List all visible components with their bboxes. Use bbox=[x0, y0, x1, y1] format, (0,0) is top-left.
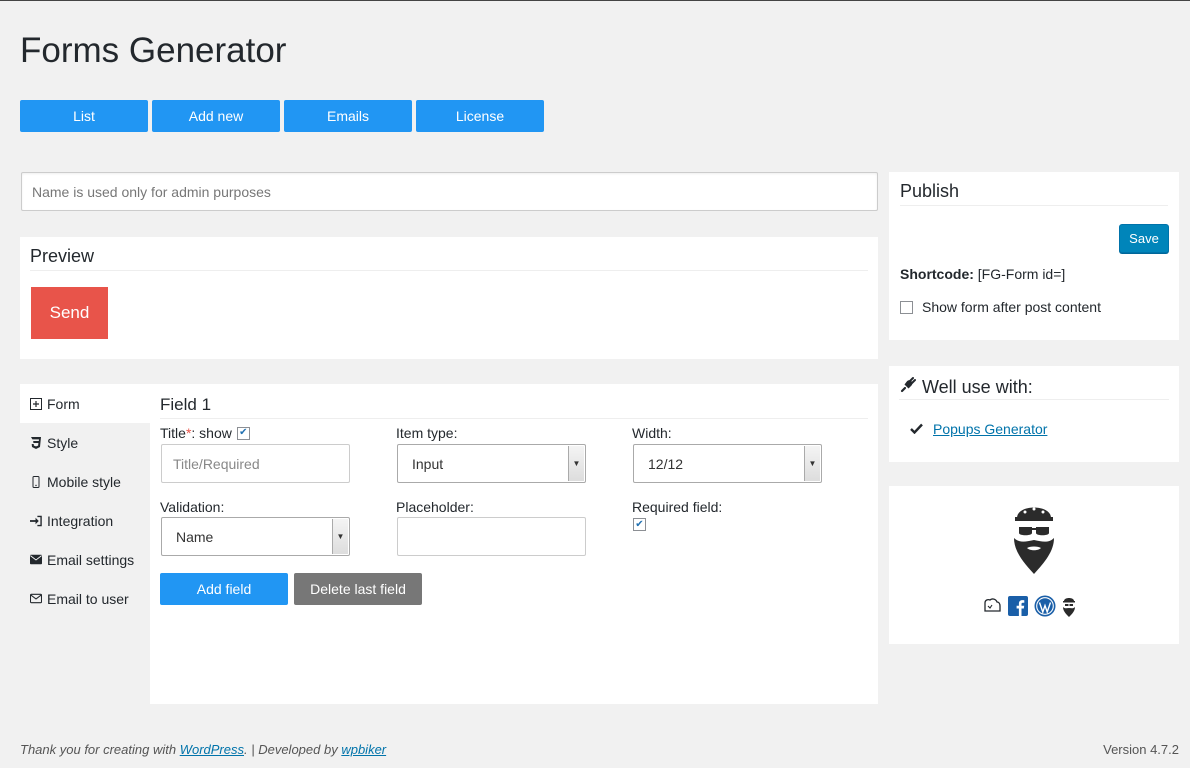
wordpress-icon[interactable] bbox=[1034, 595, 1056, 622]
tab-integration-label: Integration bbox=[47, 512, 114, 529]
popups-generator-item: Popups Generator bbox=[910, 421, 1047, 437]
tab-email-settings[interactable]: Email settings bbox=[20, 540, 150, 579]
add-new-button[interactable]: Add new bbox=[152, 100, 280, 132]
envelope-outline-icon bbox=[30, 593, 42, 604]
validation-label: Validation: bbox=[160, 499, 225, 515]
width-label: Width: bbox=[632, 425, 672, 441]
publish-divider bbox=[900, 205, 1168, 206]
license-button[interactable]: License bbox=[416, 100, 544, 132]
wordpress-link[interactable]: WordPress bbox=[180, 742, 244, 757]
tab-form[interactable]: Form bbox=[20, 384, 150, 423]
wpbiker-link[interactable]: wpbiker bbox=[341, 742, 386, 757]
css3-icon bbox=[30, 436, 42, 449]
show-title-checkbox[interactable]: ✔ bbox=[236, 426, 250, 440]
item-type-value: Input bbox=[412, 455, 444, 472]
shortcode-display: Shortcode: [FG-Form id=] bbox=[900, 266, 1065, 282]
wordpress-org-icon[interactable] bbox=[982, 596, 1002, 621]
plus-square-icon bbox=[30, 397, 42, 410]
width-select[interactable]: 12/12 ▼ bbox=[633, 444, 822, 483]
popups-generator-link[interactable]: Popups Generator bbox=[933, 421, 1047, 437]
field-divider bbox=[160, 418, 868, 419]
item-type-select[interactable]: Input ▼ bbox=[397, 444, 586, 483]
settings-tabs: Form Style Mobile style Integration Emai… bbox=[20, 384, 150, 618]
width-value: 12/12 bbox=[648, 455, 684, 472]
version-text: Version 4.7.2 bbox=[1103, 742, 1179, 757]
placeholder-label: Placeholder: bbox=[396, 499, 474, 515]
show-label-text: : show bbox=[191, 425, 232, 441]
social-links bbox=[982, 595, 1076, 622]
footer-dev-text: . | Developed by bbox=[244, 742, 342, 757]
tab-email-to-user[interactable]: Email to user bbox=[20, 579, 150, 618]
title-label-text: Title bbox=[160, 425, 186, 441]
required-field-checkbox[interactable]: ✔ bbox=[633, 518, 646, 531]
show-after-content-label: Show form after post content bbox=[922, 299, 1101, 315]
shortcode-label: Shortcode: bbox=[900, 266, 974, 282]
check-icon bbox=[910, 421, 923, 437]
facebook-icon[interactable] bbox=[1008, 596, 1028, 621]
tab-style-label: Style bbox=[47, 434, 79, 451]
tab-style[interactable]: Style bbox=[20, 423, 150, 462]
preview-title: Preview bbox=[30, 246, 95, 266]
form-name-input[interactable] bbox=[21, 172, 878, 211]
tab-mobile-style-label: Mobile style bbox=[47, 473, 121, 490]
required-field-label: Required field: bbox=[632, 499, 723, 515]
well-use-divider bbox=[899, 399, 1169, 400]
show-after-content-option: Show form after post content bbox=[900, 299, 1101, 315]
tab-mobile-style[interactable]: Mobile style bbox=[20, 462, 150, 501]
well-use-title: Well use with: bbox=[899, 376, 1033, 399]
mobile-icon bbox=[30, 475, 42, 488]
footer-thanks-text: Thank you for creating with bbox=[20, 742, 180, 757]
tab-form-label: Form bbox=[47, 395, 80, 412]
item-type-label: Item type: bbox=[396, 425, 458, 441]
wpbiker-icon[interactable] bbox=[1062, 595, 1076, 622]
chevron-down-icon: ▼ bbox=[804, 446, 820, 481]
preview-panel: Preview bbox=[20, 237, 878, 359]
title-label: Title *: show ✔ bbox=[160, 425, 250, 441]
publish-title: Publish bbox=[900, 181, 960, 201]
shortcode-value: [FG-Form id=] bbox=[973, 266, 1066, 282]
tab-email-to-user-label: Email to user bbox=[47, 590, 129, 607]
validation-select[interactable]: Name ▼ bbox=[161, 517, 350, 556]
page-title: Forms Generator bbox=[20, 31, 287, 70]
sign-in-icon bbox=[30, 515, 42, 527]
show-after-content-checkbox[interactable] bbox=[900, 300, 913, 314]
placeholder-input[interactable] bbox=[397, 517, 586, 556]
chevron-down-icon: ▼ bbox=[332, 519, 348, 554]
envelope-icon bbox=[30, 554, 42, 565]
field-heading: Field 1 bbox=[160, 395, 212, 414]
well-use-title-text: Well use with: bbox=[922, 377, 1033, 397]
tab-integration[interactable]: Integration bbox=[20, 501, 150, 540]
list-button[interactable]: List bbox=[20, 100, 148, 132]
top-navigation: List Add new Emails License bbox=[20, 100, 544, 132]
delete-last-field-button[interactable]: Delete last field bbox=[294, 573, 422, 605]
emails-button[interactable]: Emails bbox=[284, 100, 412, 132]
validation-value: Name bbox=[176, 528, 214, 545]
preview-divider bbox=[30, 270, 868, 271]
tab-email-settings-label: Email settings bbox=[47, 551, 135, 568]
footer-credits: Thank you for creating with WordPress. |… bbox=[20, 742, 386, 757]
plug-icon bbox=[899, 376, 917, 399]
add-field-button[interactable]: Add field bbox=[160, 573, 288, 605]
send-button[interactable]: Send bbox=[31, 287, 108, 339]
biker-logo-icon bbox=[1011, 496, 1057, 581]
well-use-panel: Well use with: bbox=[889, 366, 1179, 462]
save-button[interactable]: Save bbox=[1119, 224, 1169, 253]
title-input[interactable] bbox=[161, 444, 350, 483]
chevron-down-icon: ▼ bbox=[568, 446, 584, 481]
